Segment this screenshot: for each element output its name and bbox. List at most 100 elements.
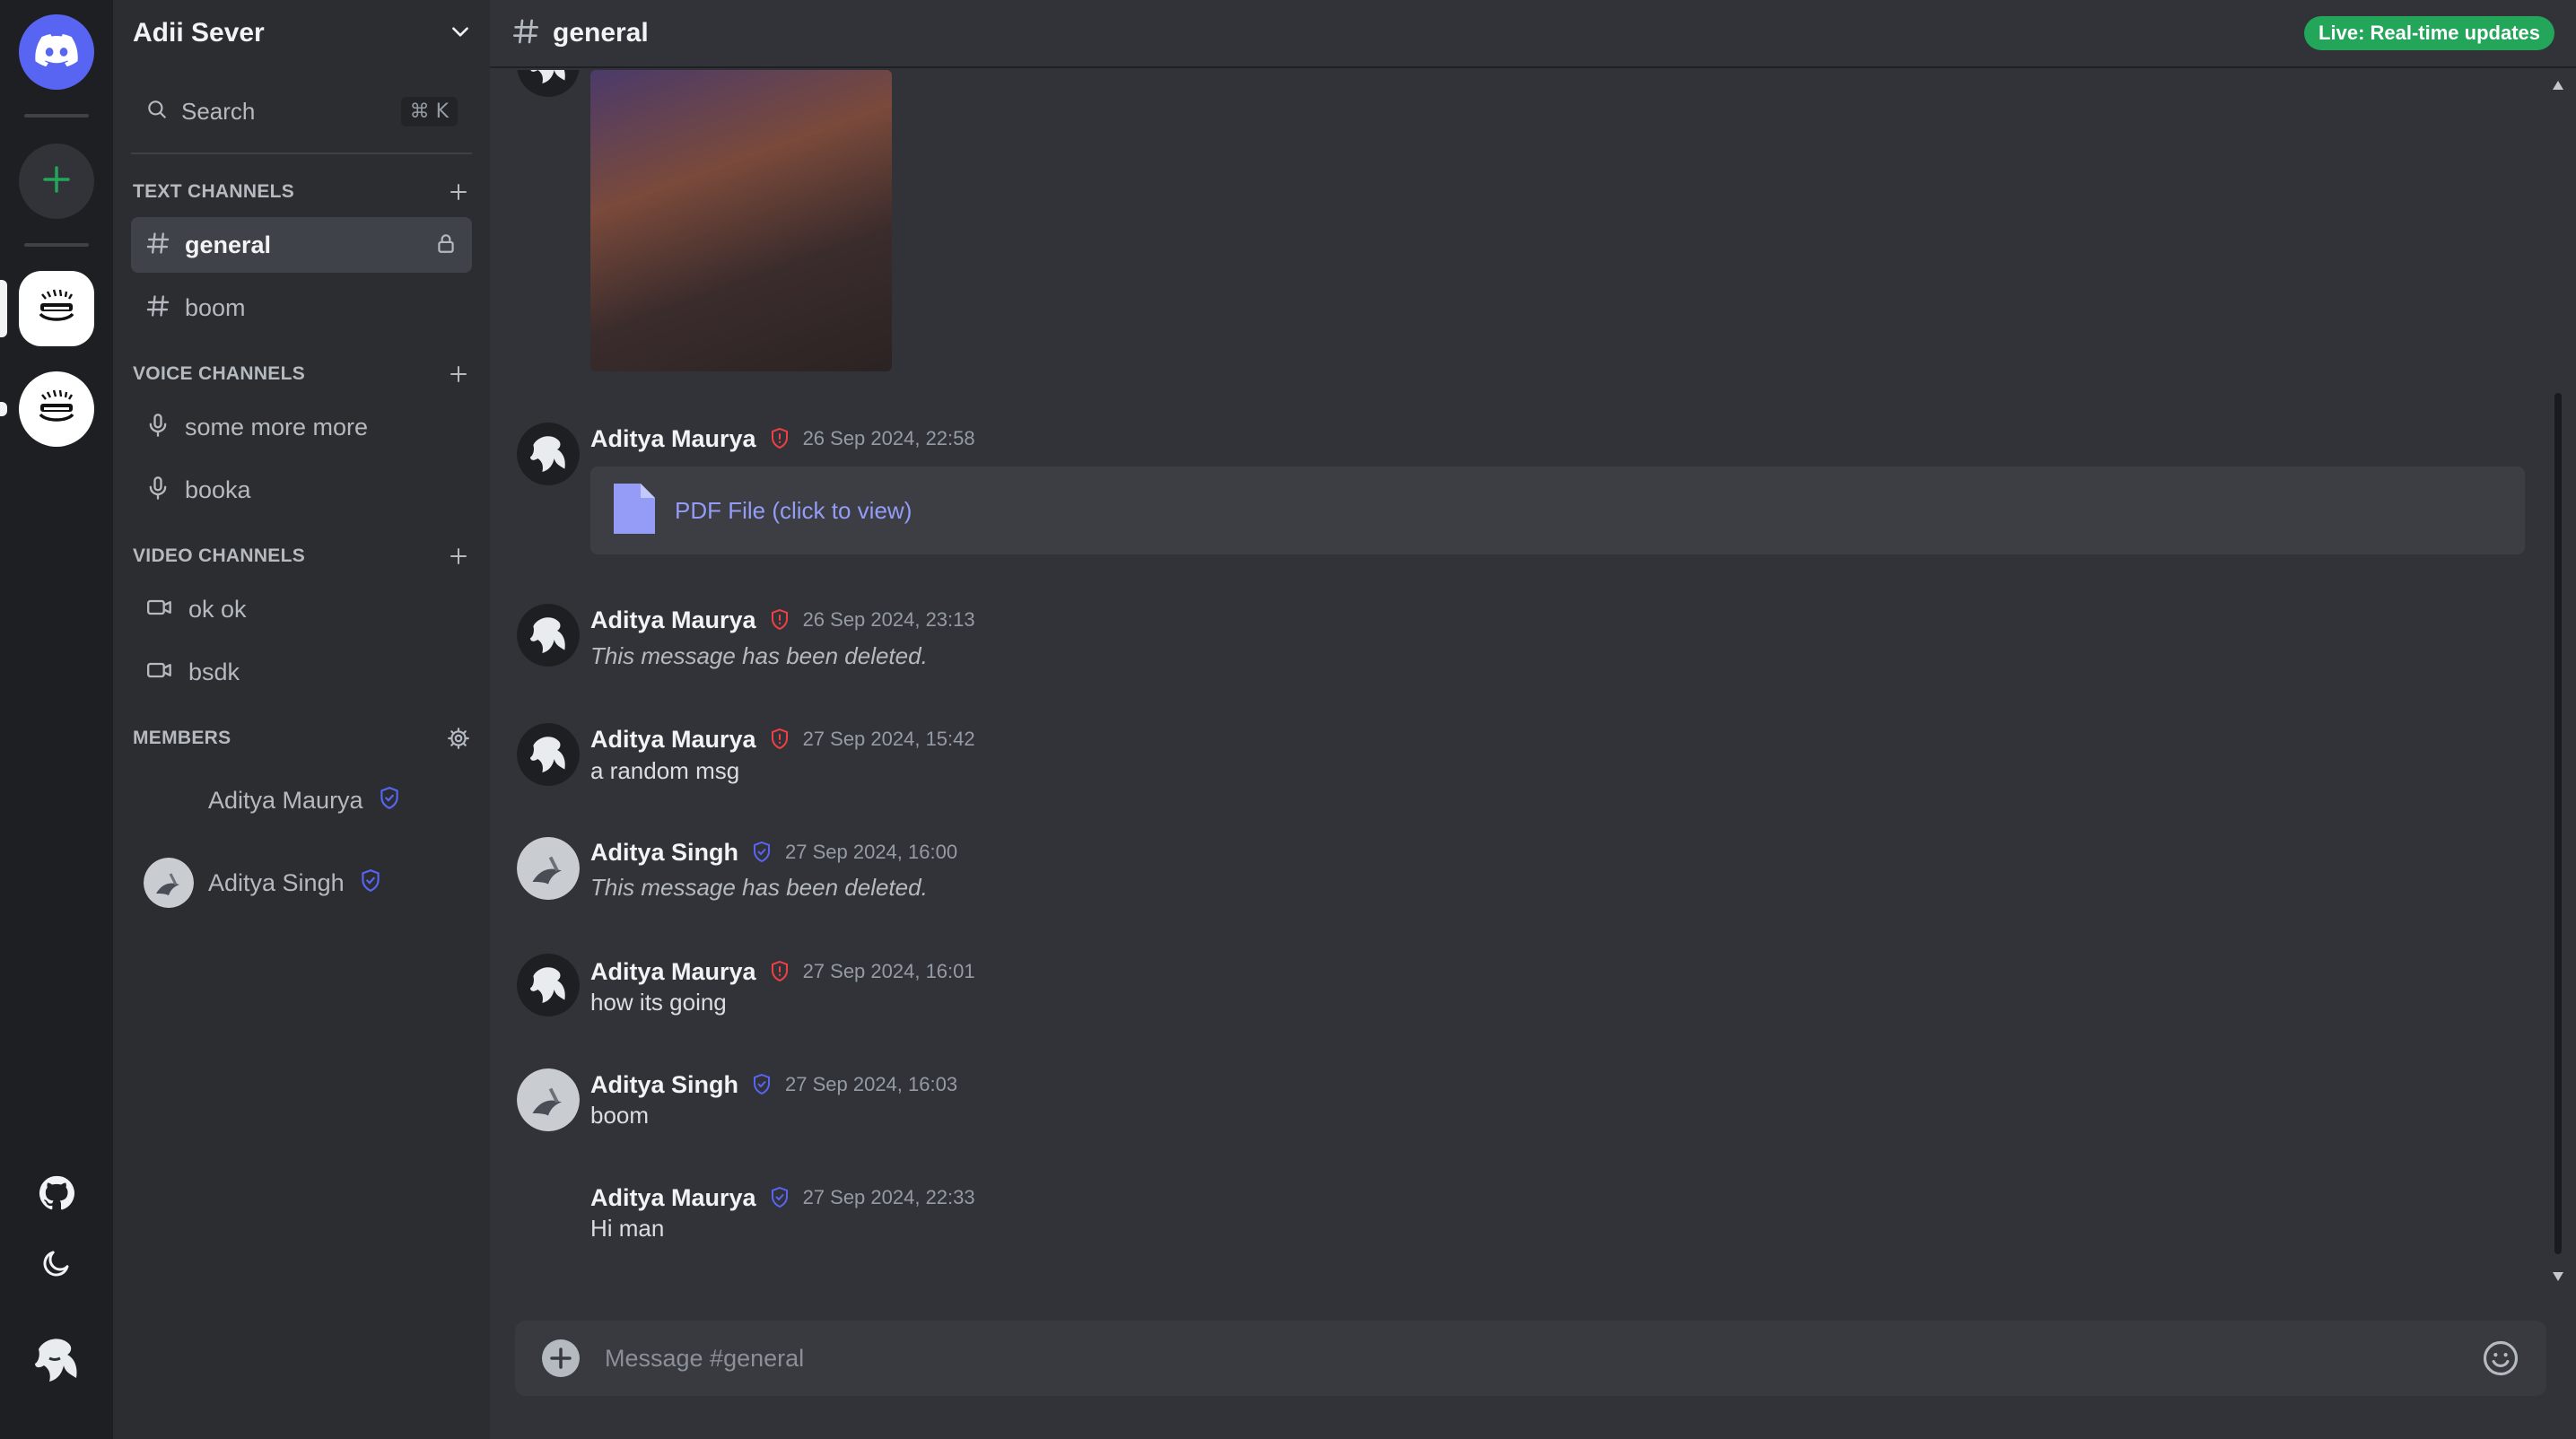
avatar — [517, 723, 580, 786]
channel-general[interactable]: general — [131, 217, 472, 273]
channel-topbar: general Live: Real-time updates — [490, 0, 2576, 68]
create-voice-channel-plus-icon[interactable] — [445, 361, 472, 388]
unread-indicator — [0, 402, 7, 416]
avatar — [517, 423, 580, 485]
add-server-button[interactable] — [19, 144, 94, 219]
channel-voice-some-more-more[interactable]: some more more — [131, 399, 472, 455]
server-icon-second[interactable] — [19, 371, 94, 447]
channel-video-ok-ok[interactable]: ok ok — [131, 581, 472, 637]
server-logo-icon — [30, 380, 83, 439]
server-icon-adii[interactable] — [19, 271, 94, 346]
chat-scrollbar[interactable] — [2550, 70, 2566, 1292]
message-content: how its going — [590, 989, 727, 1016]
github-icon[interactable] — [30, 1166, 83, 1220]
manage-members-gear-icon[interactable] — [445, 725, 472, 752]
shield-alert-icon — [769, 960, 790, 983]
message-header: Aditya Maurya 27 Sep 2024, 22:33 — [590, 1182, 975, 1214]
message-content: Hi man — [590, 1215, 665, 1242]
message-content: a random msg — [590, 757, 740, 784]
message-content: This message has been deleted. — [590, 642, 928, 669]
avatar — [517, 70, 580, 97]
avatar — [144, 775, 194, 825]
channel-name: bsdk — [188, 658, 240, 685]
emoji-smile-icon[interactable] — [2480, 1338, 2521, 1379]
pdf-attachment[interactable]: PDF File (click to view) — [590, 467, 2525, 554]
channel-boom[interactable]: boom — [131, 280, 472, 336]
hash-icon — [145, 293, 170, 323]
search-label: Search — [181, 97, 256, 125]
message-content: This message has been deleted. — [590, 874, 928, 901]
user-avatar[interactable] — [19, 1322, 94, 1398]
avatar — [517, 604, 580, 667]
server-header[interactable]: Adii Sever — [113, 0, 490, 66]
avatar — [144, 858, 194, 908]
pdf-link[interactable]: PDF File (click to view) — [675, 497, 912, 525]
message-header: Aditya Maurya 26 Sep 2024, 23:13 — [590, 604, 975, 636]
message-author[interactable]: Aditya Maurya — [590, 606, 756, 634]
message-author[interactable]: Aditya Maurya — [590, 958, 756, 986]
section-title: VOICE CHANNELS — [133, 363, 306, 384]
hash-icon — [511, 17, 540, 50]
message-header: Aditya Maurya 26 Sep 2024, 22:58 — [590, 423, 975, 455]
discord-home-button[interactable] — [19, 14, 94, 90]
shield-check-icon — [359, 868, 382, 898]
shield-alert-icon — [769, 728, 790, 751]
shield-alert-icon — [769, 608, 790, 632]
message-list: Aditya Maurya 26 Sep 2024, 22:58 PDF Fil… — [490, 70, 2545, 1292]
avatar — [517, 837, 580, 900]
create-text-channel-plus-icon[interactable] — [445, 179, 472, 205]
rail-divider — [24, 243, 89, 247]
message-header: Aditya Singh 27 Sep 2024, 16:03 — [590, 1068, 957, 1101]
text-channels-header: TEXT CHANNELS — [133, 177, 472, 207]
microphone-icon — [145, 475, 170, 505]
message-author[interactable]: Aditya Singh — [590, 1071, 738, 1099]
file-icon — [610, 480, 659, 542]
plus-icon — [41, 164, 72, 199]
search-button[interactable]: Search ⌘ K — [131, 90, 472, 133]
avatar — [517, 1068, 580, 1131]
channel-video-bsdk[interactable]: bsdk — [131, 644, 472, 700]
search-shortcut-badge: ⌘ K — [400, 96, 458, 126]
create-video-channel-plus-icon[interactable] — [445, 543, 472, 570]
message-author[interactable]: Aditya Maurya — [590, 1184, 756, 1212]
discord-logo-icon — [35, 33, 78, 71]
sidebar-divider — [131, 153, 472, 154]
attach-plus-icon[interactable] — [540, 1338, 581, 1379]
member-name: Aditya Singh — [208, 868, 345, 896]
shield-check-icon — [769, 1186, 790, 1209]
message-author[interactable]: Aditya Maurya — [590, 425, 756, 453]
member-aditya-maurya[interactable]: Aditya Maurya — [144, 773, 401, 827]
shield-check-icon — [751, 841, 773, 864]
members-header: MEMBERS — [133, 723, 472, 754]
voice-channels-header: VOICE CHANNELS — [133, 359, 472, 389]
channel-voice-booka[interactable]: booka — [131, 462, 472, 518]
channel-sidebar: Adii Sever Search ⌘ K TEXT CHANNELS gene… — [113, 0, 490, 1439]
message-timestamp: 26 Sep 2024, 22:58 — [802, 427, 975, 449]
message-author[interactable]: Aditya Singh — [590, 839, 738, 867]
message-input[interactable] — [605, 1331, 2480, 1385]
message-timestamp: 27 Sep 2024, 16:03 — [785, 1073, 958, 1095]
scroll-down-arrow-icon[interactable] — [2552, 1270, 2564, 1286]
server-rail — [0, 0, 113, 1439]
theme-toggle-moon-icon[interactable] — [30, 1236, 83, 1290]
message-timestamp: 27 Sep 2024, 15:42 — [802, 728, 975, 750]
scroll-up-arrow-icon[interactable] — [2552, 79, 2564, 95]
member-aditya-singh[interactable]: Aditya Singh — [144, 856, 382, 910]
message-timestamp: 27 Sep 2024, 22:33 — [802, 1186, 975, 1208]
message-author[interactable]: Aditya Maurya — [590, 726, 756, 754]
chevron-down-icon — [449, 20, 472, 48]
section-title: VIDEO CHANNELS — [133, 545, 306, 566]
hash-icon — [145, 231, 170, 260]
lock-icon — [434, 231, 458, 259]
message-header: Aditya Maurya 27 Sep 2024, 15:42 — [590, 723, 975, 755]
image-attachment[interactable] — [590, 70, 892, 371]
video-channels-header: VIDEO CHANNELS — [133, 541, 472, 571]
scroll-thumb[interactable] — [2554, 393, 2562, 1254]
channel-name: booka — [185, 475, 251, 503]
message-header: Aditya Singh 27 Sep 2024, 16:00 — [590, 836, 957, 868]
rail-divider — [24, 114, 89, 118]
channel-title: general — [553, 18, 649, 48]
avatar — [517, 954, 580, 1016]
active-server-indicator — [0, 280, 7, 337]
message-content: boom — [590, 1102, 650, 1129]
